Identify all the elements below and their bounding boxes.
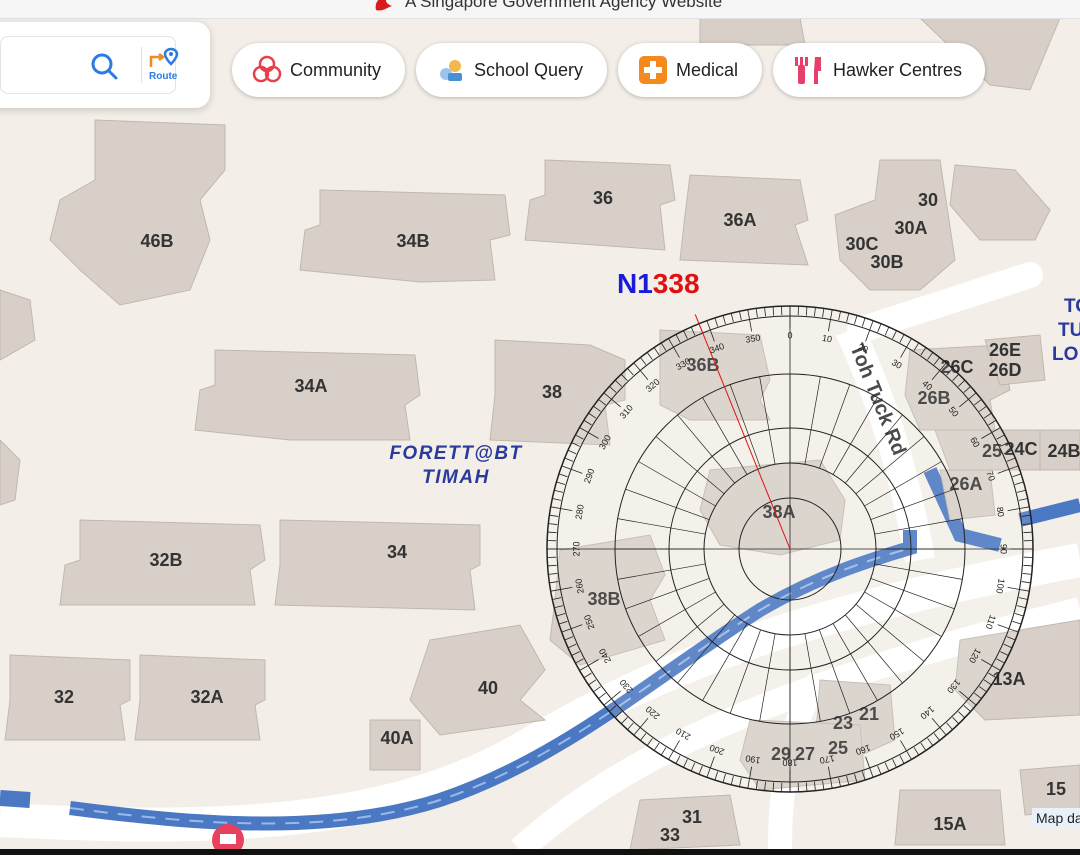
compass-degree-label: 90 <box>999 544 1009 554</box>
building-label: 26D <box>988 360 1021 380</box>
building-label: 34B <box>396 231 429 251</box>
map-canvas[interactable]: 46B 34B 36 36A 30 30A 30C 30B 34A 38 36B… <box>0 0 1080 855</box>
building-label: 15A <box>933 814 966 834</box>
building-label: 30C <box>845 234 878 254</box>
building-label: 24B <box>1047 441 1080 461</box>
building-label: 15 <box>1046 779 1066 799</box>
compass-degree-label: 0 <box>787 330 792 340</box>
building-label: 34A <box>294 376 327 396</box>
building-label: 40 <box>478 678 498 698</box>
building-label: 36 <box>593 188 613 208</box>
bearing-value: 338 <box>653 268 700 299</box>
building-label: 33 <box>660 825 680 845</box>
category-community[interactable]: Community <box>232 43 405 97</box>
route-button[interactable]: Route <box>147 45 181 85</box>
gov-banner: A Singapore Government Agency Website <box>0 0 1080 19</box>
category-label: Community <box>290 59 382 80</box>
bearing-readout: N1338 <box>617 268 700 299</box>
building-top-mid <box>699 17 806 46</box>
building-label: 46B <box>140 231 173 251</box>
search-divider <box>141 47 142 83</box>
community-icon <box>252 55 282 83</box>
category-school-query[interactable]: School Query <box>416 43 607 97</box>
road-label-to: TO <box>1064 296 1080 317</box>
route-label: Route <box>149 71 178 82</box>
building-label: 32A <box>190 687 223 707</box>
school-icon <box>440 60 462 81</box>
north-label: N1 <box>617 268 653 299</box>
compass-protractor[interactable] <box>546 305 1034 793</box>
medical-cross-icon <box>639 56 667 84</box>
bottom-edge <box>0 849 1080 855</box>
search-icon[interactable] <box>89 51 119 81</box>
building-label: 30A <box>894 218 927 238</box>
search-input[interactable]: Route <box>0 36 179 94</box>
category-medical[interactable]: Medical <box>618 43 762 97</box>
place-label: TIMAH <box>422 467 490 488</box>
lion-head-icon <box>375 0 392 11</box>
road-label-tu: TU <box>1058 320 1080 341</box>
map-attribution: Map da <box>1032 808 1080 828</box>
compass-degree-label: 10 <box>821 333 833 345</box>
building-label: 40A <box>380 728 413 748</box>
compass-degree-label: 80 <box>995 506 1007 518</box>
building-34 <box>274 519 481 611</box>
building-label: 30B <box>870 252 903 272</box>
building-label: 34 <box>387 542 407 562</box>
category-label: School Query <box>474 59 584 80</box>
building-label: 30 <box>918 190 938 210</box>
place-label: FORETT@BT <box>389 443 522 464</box>
route-icon <box>149 47 179 67</box>
building-label: 32B <box>149 550 182 570</box>
compass-degree-label: 180 <box>782 758 797 768</box>
compass-degree-label: 270 <box>571 541 581 556</box>
building-label: 38 <box>542 382 562 402</box>
gov-banner-text: A Singapore Government Agency Website <box>405 0 723 11</box>
search-panel: Route <box>0 22 210 108</box>
category-label: Medical <box>676 59 739 80</box>
category-hawker-centres[interactable]: Hawker Centres <box>773 43 985 97</box>
category-label: Hawker Centres <box>833 59 963 80</box>
road-label-lo: LO <box>1052 344 1078 365</box>
building-label: 32 <box>54 687 74 707</box>
building-label: 36A <box>723 210 756 230</box>
building-label: 26E <box>989 340 1021 360</box>
building-label: 31 <box>682 807 702 827</box>
fork-knife-icon <box>795 57 821 84</box>
cycle-path <box>0 790 31 808</box>
